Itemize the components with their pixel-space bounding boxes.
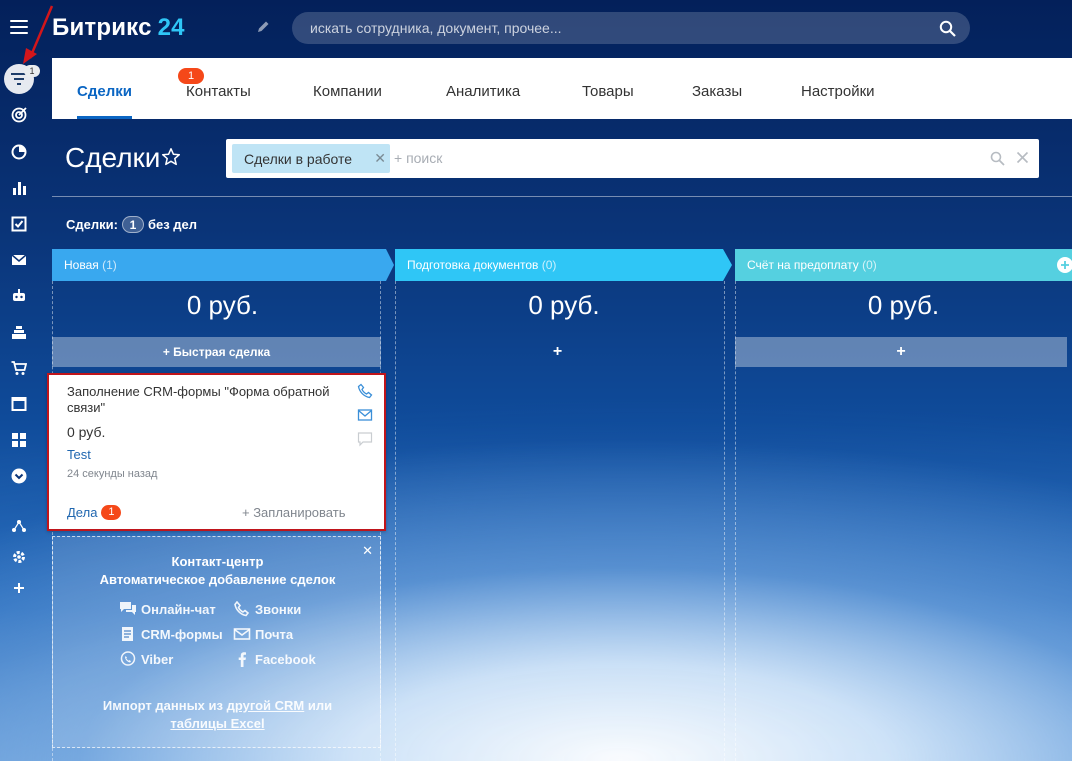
viber-icon — [120, 651, 136, 666]
import-excel-link[interactable]: таблицы Excel — [170, 716, 264, 731]
edit-logo-pencil-icon[interactable] — [256, 20, 270, 34]
add-deal-button[interactable]: + — [395, 337, 720, 367]
add-icon[interactable] — [9, 578, 29, 598]
bitrix24-logo[interactable]: Битрикс 24 — [52, 14, 185, 42]
deal-price: 0 руб. — [67, 424, 106, 440]
search-icon[interactable] — [939, 20, 956, 37]
channel-calls[interactable]: Звонки — [233, 601, 301, 617]
deal-card[interactable]: Заполнение CRM-формы "Форма обратной свя… — [47, 373, 386, 531]
column-header[interactable]: Счёт на предоплату (0) — [735, 249, 1072, 281]
global-search-input[interactable] — [310, 12, 930, 44]
crm-tabs: Сделки 1 Контакты Компании Аналитика Тов… — [52, 58, 1072, 119]
tab-analytics[interactable]: Аналитика — [446, 83, 520, 100]
crm-forms-icon — [122, 627, 133, 641]
filter-search-input[interactable] — [394, 150, 954, 166]
expand-icon[interactable] — [9, 466, 29, 486]
import-excel-row: таблицы Excel — [53, 716, 382, 731]
apps-icon[interactable] — [9, 430, 29, 450]
chip-remove-icon[interactable]: ✕ — [374, 150, 386, 167]
window-icon[interactable] — [9, 394, 29, 414]
logo-name: Битрикс — [52, 14, 152, 41]
column-title: Новая (1) — [64, 258, 117, 272]
page-title: Сделки — [65, 142, 161, 173]
import-text: Импорт данных из другой CRM или — [102, 698, 333, 713]
settings-icon[interactable] — [9, 547, 29, 567]
analytics-icon[interactable] — [9, 178, 29, 198]
deals-summary: Сделки: 1 без дел — [66, 216, 197, 233]
mail-channel-icon — [233, 628, 251, 640]
deal-activities-link[interactable]: Дела 1 — [67, 505, 122, 520]
activities-count-badge: 1 — [101, 505, 122, 520]
promo-subtitle: Автоматическое добавление сделок — [99, 572, 336, 587]
plan-activity-button[interactable]: + Запланировать — [242, 505, 345, 520]
column-header[interactable]: Подготовка документов (0) — [395, 249, 732, 281]
summary-label: Сделки: — [66, 217, 118, 232]
import-other-crm-link[interactable]: другой CRM — [227, 698, 305, 713]
global-search[interactable] — [292, 12, 970, 44]
phone-icon[interactable] — [357, 383, 373, 399]
clock-icon[interactable] — [9, 142, 29, 162]
channel-online-chat[interactable]: Онлайн-чат — [119, 601, 216, 617]
network-icon[interactable] — [9, 516, 29, 536]
column-header[interactable]: Новая (1) — [52, 249, 394, 281]
logo-number: 24 — [157, 14, 185, 41]
quick-deal-button[interactable]: + Быстрая сделка — [52, 337, 381, 367]
robot-icon[interactable] — [9, 286, 29, 306]
chat-icon[interactable] — [357, 431, 373, 447]
tab-companies[interactable]: Компании — [313, 83, 382, 100]
facebook-icon — [238, 652, 246, 667]
column-sum: 0 руб. — [867, 290, 940, 320]
tab-deals-counter-badge: 1 — [178, 68, 204, 84]
tab-deals[interactable]: Сделки — [77, 83, 132, 100]
promo-title: Контакт-центр — [171, 554, 264, 569]
shop-icon[interactable] — [9, 358, 29, 378]
calls-icon — [234, 601, 250, 617]
filter-search-icon[interactable] — [990, 151, 1005, 166]
channel-mail[interactable]: Почта — [233, 626, 293, 642]
activities-label: Дела — [67, 505, 98, 520]
column-title: Счёт на предоплату (0) — [747, 258, 877, 272]
filter-clear-icon[interactable] — [1016, 151, 1029, 164]
online-chat-icon — [120, 602, 136, 615]
deal-title[interactable]: Заполнение CRM-формы "Форма обратной свя… — [67, 384, 349, 416]
tab-settings[interactable]: Настройки — [801, 83, 875, 100]
tab-contacts[interactable]: Контакты — [186, 83, 251, 100]
contact-center-promo: ✕ Контакт-центр Автоматическое добавлени… — [52, 536, 381, 748]
channel-viber[interactable]: Viber — [119, 651, 173, 667]
tab-products[interactable]: Товары — [582, 83, 634, 100]
column-sum: 0 руб. — [528, 290, 600, 320]
filter-preset-label: Сделки в работе — [244, 151, 353, 167]
column-title: Подготовка документов (0) — [407, 258, 557, 272]
left-sidebar: 1 — [0, 0, 54, 761]
add-deal-button[interactable]: + — [735, 337, 1067, 367]
email-icon[interactable] — [357, 407, 373, 423]
sites-icon[interactable] — [9, 322, 29, 342]
summary-suffix: без дел — [147, 217, 198, 232]
deal-client-link[interactable]: Test — [67, 447, 91, 462]
add-column-icon[interactable] — [1057, 257, 1072, 273]
mail-icon[interactable] — [9, 250, 29, 270]
tab-orders[interactable]: Заказы — [692, 83, 742, 100]
favorite-star-icon[interactable] — [161, 147, 181, 167]
column-sum: 0 руб. — [186, 290, 259, 320]
channel-facebook[interactable]: Facebook — [233, 651, 316, 667]
deals-filter[interactable]: Сделки в работе ✕ — [226, 139, 1039, 178]
tasks-icon[interactable] — [9, 214, 29, 234]
deal-time: 24 секунды назад — [67, 468, 158, 480]
active-tab-underline — [77, 116, 132, 119]
channel-crm-forms[interactable]: CRM-формы — [119, 626, 223, 642]
header-divider — [52, 196, 1072, 197]
summary-count-badge[interactable]: 1 — [121, 216, 144, 233]
target-icon[interactable] — [9, 105, 29, 125]
filter-preset-chip[interactable]: Сделки в работе ✕ — [232, 144, 390, 173]
